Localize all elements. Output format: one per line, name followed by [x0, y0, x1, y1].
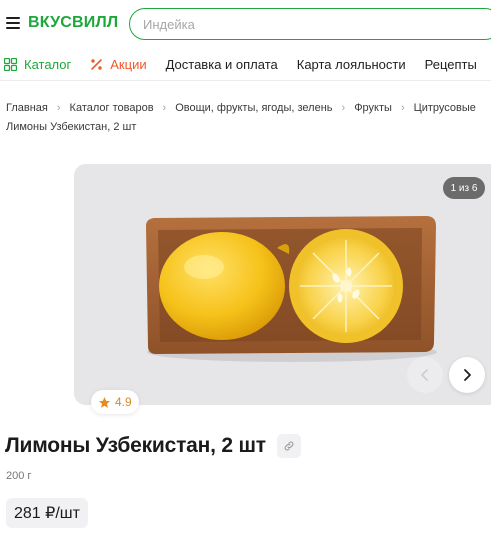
breadcrumb-catalog[interactable]: Каталог товаров [70, 102, 154, 114]
breadcrumb-citrus[interactable]: Цитрусовые [414, 102, 476, 114]
nav-item-label: Карта лояльности [296, 56, 406, 72]
copy-link-button[interactable] [276, 434, 301, 458]
grid-icon [4, 57, 17, 71]
breadcrumb: Главная › Каталог товаров › Овощи, фрукт… [6, 100, 491, 116]
breadcrumb-fruits[interactable]: Фрукты [354, 102, 392, 114]
product-price: 281 ₽/шт [6, 498, 88, 528]
chevron-right-icon: › [341, 102, 346, 114]
search-box[interactable] [129, 8, 491, 40]
gallery-counter: 1 из 6 [443, 177, 485, 199]
star-icon [98, 396, 111, 409]
nav-item-label: Рецепты [424, 56, 477, 72]
chevron-left-icon [421, 369, 428, 381]
nav-item-label: Доставка и оплата [165, 56, 278, 72]
nav-item-catalog[interactable]: Каталог [4, 57, 71, 72]
chevron-right-icon: › [400, 102, 405, 114]
rating-value: 4.9 [115, 395, 132, 409]
logo[interactable]: ВКУСВИЛЛ [28, 14, 118, 32]
top-nav: Каталог Акции Доставка и оплата Карта ло… [0, 48, 491, 80]
nav-item-loyalty-card[interactable]: Карта лояльности [297, 57, 406, 72]
nav-item-promo[interactable]: Акции [90, 56, 147, 72]
search-input[interactable] [130, 9, 491, 39]
percent-icon [90, 58, 103, 71]
nav-item-label: Акции [110, 56, 147, 72]
product-title: Лимоны Узбекистан, 2 шт [5, 434, 266, 457]
gallery-next-button[interactable] [449, 357, 485, 393]
divider [0, 80, 491, 81]
chevron-right-icon [464, 369, 471, 381]
breadcrumb-vegetables[interactable]: Овощи, фрукты, ягоды, зелень [175, 102, 332, 114]
rating-badge[interactable]: 4.9 [91, 390, 139, 414]
nav-item-label: Каталог [24, 56, 72, 72]
breadcrumb-home[interactable]: Главная [6, 102, 48, 114]
nav-item-recipes[interactable]: Рецепты [425, 57, 477, 72]
link-icon [284, 441, 294, 451]
nav-item-delivery[interactable]: Доставка и оплата [166, 57, 278, 72]
product-title-row: Лимоны Узбекистан, 2 шт [5, 431, 301, 461]
chevron-right-icon: › [162, 102, 167, 114]
header: ВКУСВИЛЛ [0, 0, 491, 48]
menu-icon[interactable] [6, 17, 20, 29]
chevron-right-icon: › [56, 102, 61, 114]
product-weight: 200 г [6, 470, 32, 482]
breadcrumb-current: Лимоны Узбекистан, 2 шт [6, 121, 137, 133]
gallery-prev-button[interactable] [407, 357, 443, 393]
